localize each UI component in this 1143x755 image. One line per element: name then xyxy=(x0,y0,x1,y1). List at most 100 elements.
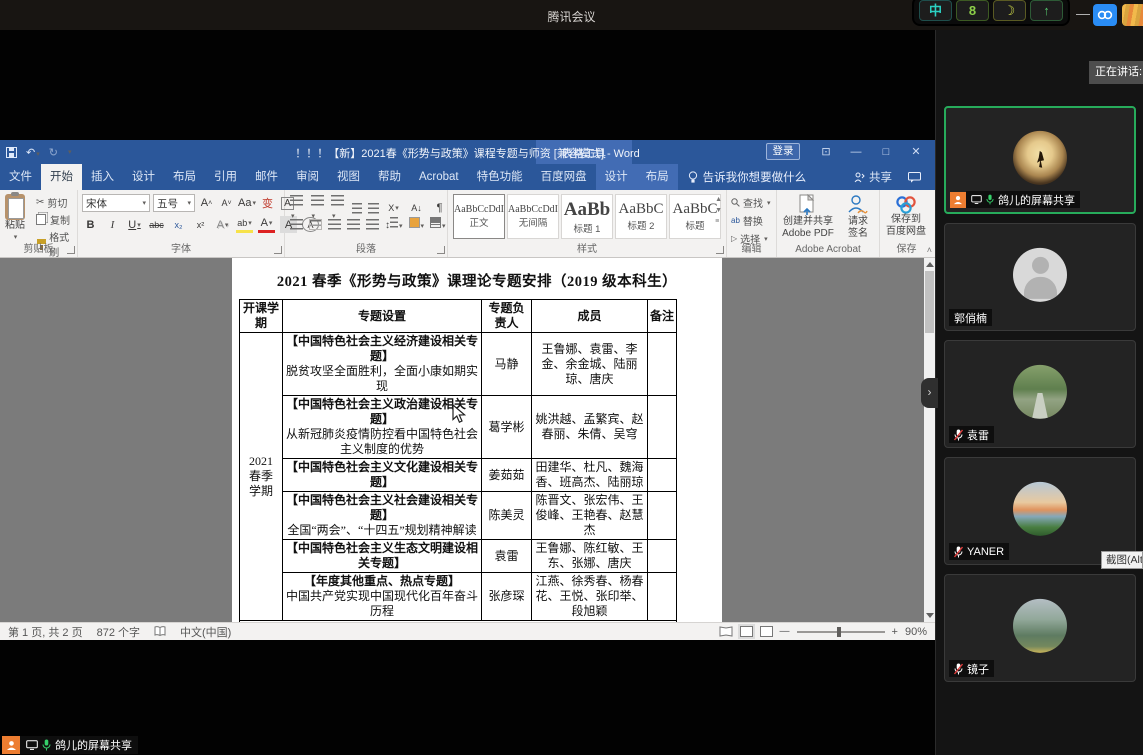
word-count[interactable]: 872 个字 xyxy=(97,624,140,640)
clipboard-dialog-launcher-icon[interactable] xyxy=(67,246,75,254)
scrollbar-thumb[interactable] xyxy=(925,271,934,333)
tab-mailings[interactable]: 邮件 xyxy=(246,164,287,190)
request-sign-button[interactable]: 请求 签名 xyxy=(839,194,877,240)
style-heading1[interactable]: AaBb 标题 1 xyxy=(561,194,613,239)
participant-tile[interactable]: 袁雷 xyxy=(944,340,1136,448)
qat-customize-icon[interactable]: ▾ xyxy=(68,148,72,156)
minimize-icon[interactable]: — xyxy=(1076,5,1090,21)
highlight-button[interactable]: ab▾ xyxy=(236,216,253,233)
undo-icon[interactable]: ↶▾ xyxy=(26,146,40,159)
asian-layout-button[interactable]: X▾ xyxy=(385,200,402,217)
styles-dialog-launcher-icon[interactable] xyxy=(716,246,724,254)
subscript-button[interactable]: x₂ xyxy=(170,216,187,233)
document-page[interactable]: 2021 春季《形势与政策》课理论专题安排（2019 级本科生） 开课学期 专题… xyxy=(232,258,722,622)
word-close-icon[interactable]: ✕ xyxy=(902,140,930,164)
align-center-icon[interactable] xyxy=(309,219,322,230)
overlay-key-2[interactable]: 8 xyxy=(956,0,989,21)
strikethrough-button[interactable]: abc xyxy=(148,216,165,233)
phonetic-guide-button[interactable]: 变 xyxy=(259,195,276,212)
tab-table-layout[interactable]: 布局 xyxy=(637,164,678,190)
tab-table-design[interactable]: 设计 xyxy=(596,164,637,190)
font-dialog-launcher-icon[interactable] xyxy=(274,246,282,254)
tab-references[interactable]: 引用 xyxy=(205,164,246,190)
sort-button[interactable]: A↓ xyxy=(408,200,425,217)
tab-file[interactable]: 文件 xyxy=(0,164,41,190)
align-right-icon[interactable] xyxy=(328,219,341,230)
word-scrollbar[interactable] xyxy=(924,258,935,622)
ribbon-options-icon[interactable]: ⊡ xyxy=(812,140,840,164)
shading-button[interactable]: ▾ xyxy=(409,217,425,231)
style-title[interactable]: AaBbC 标题 xyxy=(669,194,721,239)
tab-view[interactable]: 视图 xyxy=(328,164,369,190)
align-justify-icon[interactable] xyxy=(347,219,360,230)
style-gallery-scroll[interactable]: ▲ ▼ ≡ xyxy=(715,196,722,225)
paste-button[interactable]: 粘贴▾ xyxy=(5,194,25,244)
style-gallery-more-icon[interactable]: ≡ xyxy=(715,218,722,225)
distribute-icon[interactable] xyxy=(366,219,379,230)
line-spacing-button[interactable]: ↕▾ xyxy=(385,217,403,231)
borders-button[interactable]: ▾ xyxy=(430,217,446,231)
collapse-ribbon-icon[interactable]: ˄ xyxy=(927,245,932,255)
participant-tile[interactable]: 郭俏楠 xyxy=(944,223,1136,331)
save-icon[interactable] xyxy=(6,147,17,158)
comment-icon[interactable] xyxy=(908,172,921,183)
zoom-slider-thumb[interactable] xyxy=(837,627,841,637)
style-heading2[interactable]: AaBbC 标题 2 xyxy=(615,194,667,239)
show-marks-button[interactable]: ¶ xyxy=(431,200,448,217)
participant-tile[interactable]: 鸽儿的屏幕共享 xyxy=(944,106,1136,214)
grow-font-button[interactable]: A˄ xyxy=(198,195,215,212)
font-size-combo[interactable]: 五号▾ xyxy=(153,194,195,212)
participant-tile[interactable]: YANER xyxy=(944,457,1136,565)
proofing-book-icon[interactable] xyxy=(154,626,166,637)
word-minimize-icon[interactable]: — xyxy=(842,140,870,164)
share-button[interactable]: 共享 xyxy=(854,169,892,185)
read-mode-icon[interactable] xyxy=(719,626,733,637)
tab-baidu-netdisk[interactable]: 百度网盘 xyxy=(532,164,596,190)
tray-app-icon[interactable] xyxy=(1093,4,1117,26)
increase-indent-icon[interactable] xyxy=(368,203,379,214)
underline-button[interactable]: U▾ xyxy=(126,216,143,233)
superscript-button[interactable]: x² xyxy=(192,216,209,233)
overlay-key-moon[interactable]: ☽ xyxy=(993,0,1026,21)
create-pdf-button[interactable]: 创建并共享 Adobe PDF xyxy=(779,194,837,240)
baidu-save-button[interactable]: 保存到 百度网盘 xyxy=(883,194,929,238)
tab-acrobat[interactable]: Acrobat xyxy=(410,164,468,190)
sidebar-collapse-handle[interactable]: › xyxy=(921,378,938,408)
bold-button[interactable]: B xyxy=(82,216,99,233)
redo-icon[interactable]: ↻ xyxy=(49,146,58,159)
zoom-out-icon[interactable]: — xyxy=(780,626,790,637)
tab-special-features[interactable]: 特色功能 xyxy=(468,164,532,190)
replace-button[interactable]: ab 替换 xyxy=(731,213,771,228)
scroll-up-icon[interactable] xyxy=(926,262,934,267)
paragraph-dialog-launcher-icon[interactable] xyxy=(437,246,445,254)
style-scroll-up-icon[interactable]: ▲ xyxy=(715,196,722,203)
tell-me-box[interactable]: 告诉我你想要做什么 xyxy=(678,164,817,190)
tab-insert[interactable]: 插入 xyxy=(82,164,123,190)
tab-home[interactable]: 开始 xyxy=(41,164,82,190)
zoom-in-icon[interactable]: + xyxy=(892,626,898,638)
tray-edge-icon[interactable] xyxy=(1122,4,1143,26)
scroll-down-icon[interactable] xyxy=(926,613,934,618)
login-button[interactable]: 登录 xyxy=(766,143,800,160)
italic-button[interactable]: I xyxy=(104,216,121,233)
shrink-font-button[interactable]: A˅ xyxy=(218,195,235,212)
print-layout-icon[interactable] xyxy=(740,626,753,637)
word-maximize-icon[interactable]: □ xyxy=(872,140,900,164)
page-indicator[interactable]: 第 1 页, 共 2 页 xyxy=(8,624,83,640)
style-scroll-down-icon[interactable]: ▼ xyxy=(715,207,722,214)
cut-button[interactable]: ✂剪切 xyxy=(36,195,77,210)
zoom-level[interactable]: 90% xyxy=(905,626,927,638)
style-normal[interactable]: AaBbCcDdI 正文 xyxy=(453,194,505,239)
overlay-key-1[interactable]: 中 xyxy=(919,0,952,21)
change-case-button[interactable]: Aa▾ xyxy=(238,195,256,212)
tab-layout[interactable]: 布局 xyxy=(164,164,205,190)
text-effects-button[interactable]: A▾ xyxy=(214,216,231,233)
language-indicator[interactable]: 中文(中国) xyxy=(180,624,231,640)
tab-design[interactable]: 设计 xyxy=(123,164,164,190)
tab-review[interactable]: 审阅 xyxy=(287,164,328,190)
decrease-indent-icon[interactable] xyxy=(352,203,363,214)
participant-tile[interactable]: 镜子 xyxy=(944,574,1136,682)
copy-button[interactable]: 复制 xyxy=(36,212,77,227)
font-name-combo[interactable]: 宋体▾ xyxy=(82,194,150,212)
tab-help[interactable]: 帮助 xyxy=(369,164,410,190)
